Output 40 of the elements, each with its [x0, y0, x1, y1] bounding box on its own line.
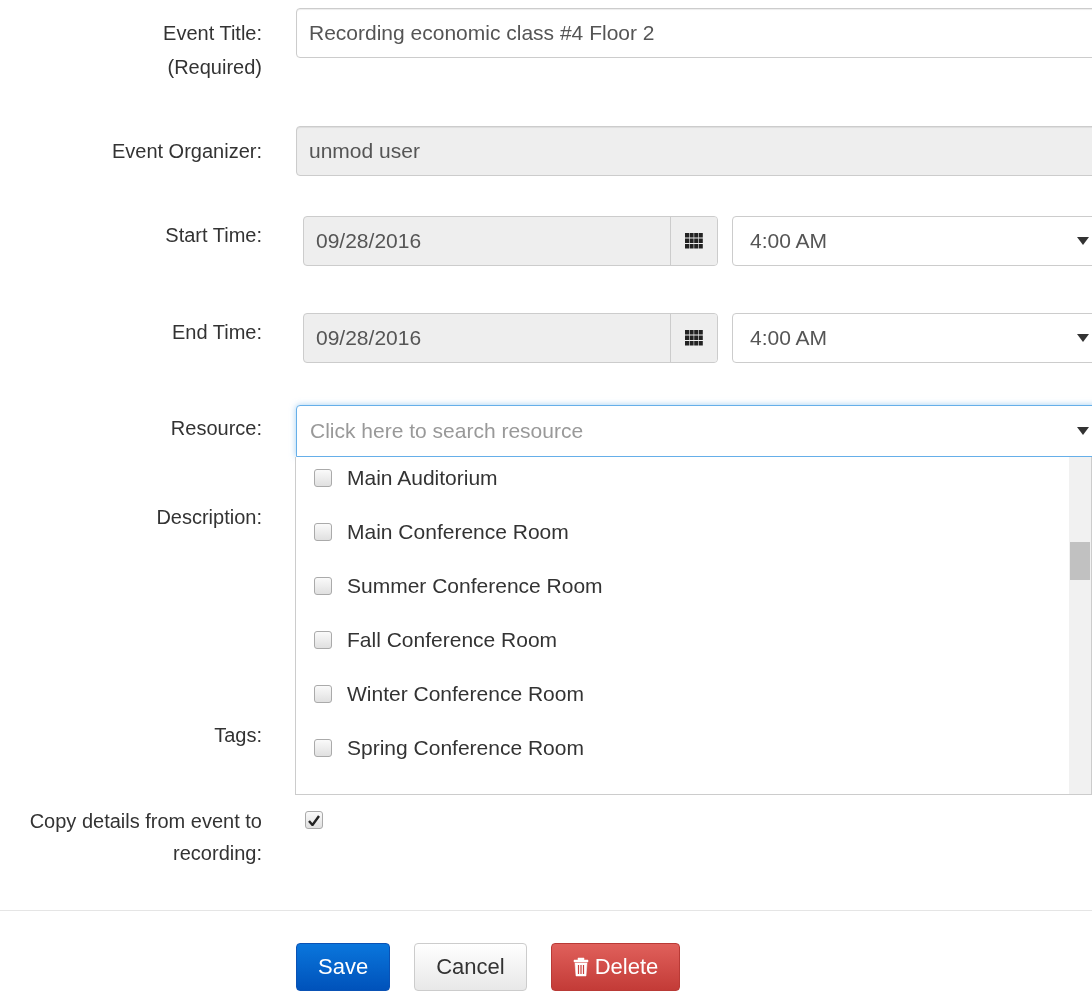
caret-icon — [1077, 427, 1089, 435]
date-field[interactable]: 09/28/2016 — [303, 216, 718, 266]
field-label: Event Organizer: — [111, 139, 262, 164]
checkbox[interactable] — [314, 739, 332, 757]
field-label: Tags: — [214, 723, 262, 748]
trash-icon — [572, 957, 589, 977]
date-field[interactable]: 09/28/2016 — [303, 313, 718, 363]
form-button[interactable]: Cancel — [414, 943, 527, 991]
checkbox[interactable] — [314, 631, 332, 649]
checkbox[interactable] — [305, 811, 323, 829]
caret-icon — [1077, 237, 1089, 245]
time-select[interactable]: 4:00 AM — [732, 216, 1092, 266]
caret-icon — [1077, 334, 1089, 342]
checkmark-icon — [308, 814, 320, 826]
resource-option[interactable]: Winter Conference Room — [347, 682, 584, 706]
field-label: Copy details from event to recording: — [28, 809, 262, 866]
checkbox[interactable] — [314, 577, 332, 595]
title-input[interactable]: Recording economic class #4 Floor 2 — [296, 8, 1092, 58]
resource-option[interactable]: Main Auditorium — [347, 466, 498, 490]
checkbox[interactable] — [314, 685, 332, 703]
checkbox[interactable] — [314, 523, 332, 541]
time-select[interactable]: 4:00 AM — [732, 313, 1092, 363]
form-button[interactable]: Delete — [550, 943, 681, 991]
calendar-icon — [685, 233, 703, 249]
resource-option[interactable]: Spring Conference Room — [347, 736, 584, 760]
required-note: (Required) — [167, 55, 262, 80]
checkbox[interactable] — [314, 469, 332, 487]
field-label: Event Title: — [163, 21, 262, 46]
field-label: End Time: — [171, 320, 262, 345]
resource-option[interactable]: Summer Conference Room — [347, 574, 603, 598]
field-label: Start Time: — [165, 223, 262, 248]
scrollbar[interactable] — [1069, 457, 1091, 794]
resource-option[interactable]: Main Conference Room — [347, 520, 569, 544]
field-label: Description: — [156, 505, 262, 530]
field-label: Resource: — [170, 416, 262, 441]
calendar-button[interactable] — [670, 314, 717, 362]
form-button[interactable]: Save — [296, 943, 391, 991]
resource-option[interactable]: Fall Conference Room — [347, 628, 558, 652]
calendar-icon — [685, 330, 703, 346]
calendar-button[interactable] — [670, 217, 717, 265]
